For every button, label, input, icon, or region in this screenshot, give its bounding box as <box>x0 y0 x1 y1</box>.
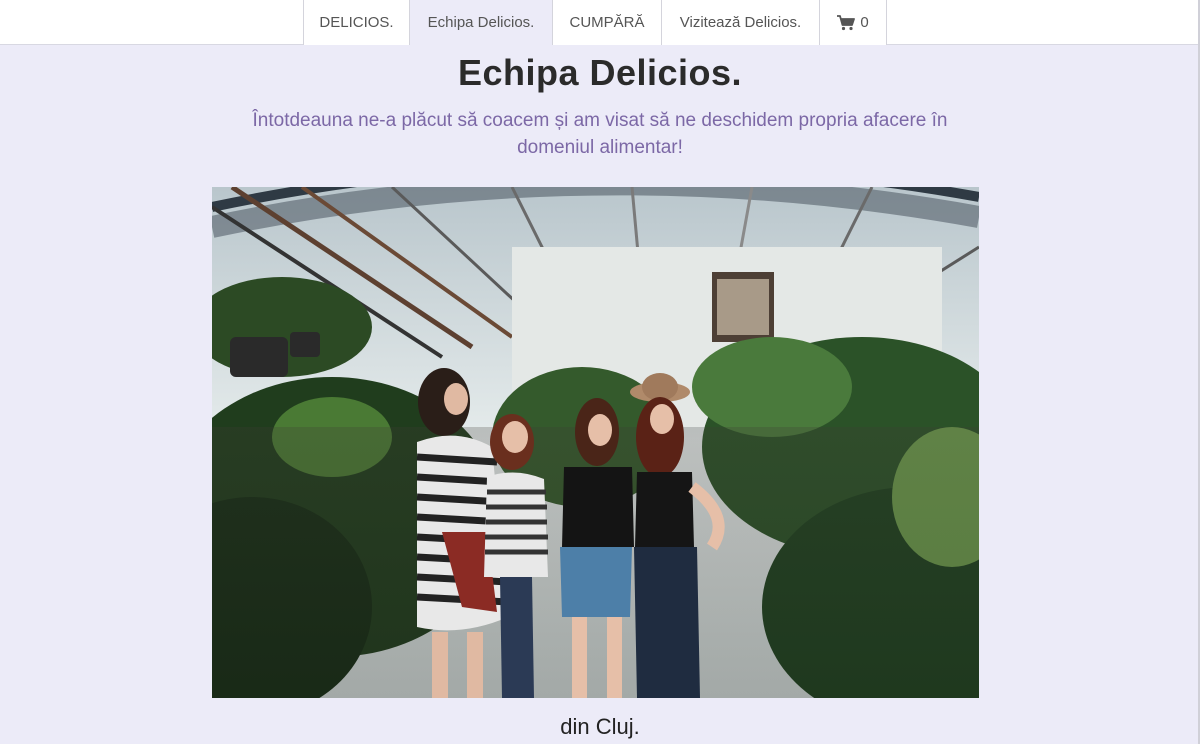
page-title: Echipa Delicios. <box>457 52 743 93</box>
nav-menu: DELICIOS. Echipa Delicios. CUMPĂRĂ Vizit… <box>303 0 887 45</box>
top-navbar: DELICIOS. Echipa Delicios. CUMPĂRĂ Vizit… <box>0 0 1200 45</box>
shopping-cart-icon <box>837 14 856 30</box>
nav-item-cumpara[interactable]: CUMPĂRĂ <box>553 0 662 45</box>
cart-button[interactable]: 0 <box>820 0 887 45</box>
nav-item-label: Vizitează Delicios. <box>679 14 802 31</box>
team-photo <box>212 187 979 698</box>
photo-caption: din Cluj. <box>560 714 640 739</box>
nav-item-label: DELICIOS. <box>319 14 394 31</box>
nav-item-label: CUMPĂRĂ <box>569 14 645 31</box>
greenhouse-team-image <box>212 187 979 698</box>
page-subtitle: Întotdeauna ne-a plăcut să coacem și am … <box>252 110 948 158</box>
nav-item-delicios[interactable]: DELICIOS. <box>304 0 410 45</box>
nav-item-viziteaza[interactable]: Vizitează Delicios. <box>662 0 820 45</box>
nav-item-echipa[interactable]: Echipa Delicios. <box>410 0 553 45</box>
nav-item-label: Echipa Delicios. <box>427 14 535 31</box>
cart-count: 0 <box>860 14 869 31</box>
